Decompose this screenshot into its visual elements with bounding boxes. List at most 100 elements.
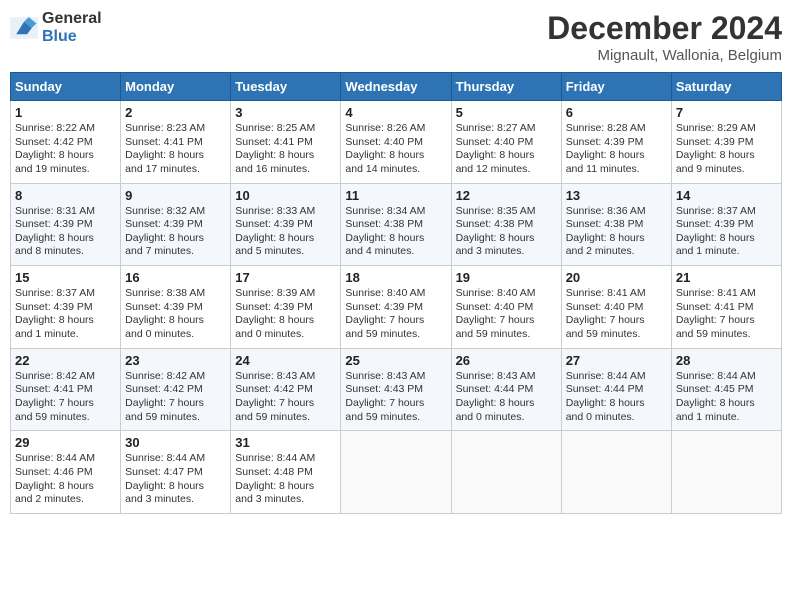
calendar-cell: 17Sunrise: 8:39 AMSunset: 4:39 PMDayligh… [231,266,341,349]
day-info-line: and 59 minutes. [235,411,336,425]
day-info-line: and 14 minutes. [345,163,446,177]
day-info-line: Sunset: 4:40 PM [345,136,446,150]
calendar-cell [671,431,781,514]
calendar-cell: 29Sunrise: 8:44 AMSunset: 4:46 PMDayligh… [11,431,121,514]
calendar-cell: 14Sunrise: 8:37 AMSunset: 4:39 PMDayligh… [671,183,781,266]
day-info-line: Daylight: 7 hours [235,397,336,411]
day-info-line: and 5 minutes. [235,245,336,259]
calendar-cell [451,431,561,514]
day-number: 6 [566,105,667,120]
day-info-line: and 11 minutes. [566,163,667,177]
day-info-line: Daylight: 8 hours [345,232,446,246]
day-info-line: Sunset: 4:39 PM [676,136,777,150]
day-info-line: and 17 minutes. [125,163,226,177]
day-info-line: Sunset: 4:40 PM [566,301,667,315]
day-info-line: Sunset: 4:41 PM [125,136,226,150]
day-info-line: Daylight: 7 hours [456,314,557,328]
day-info-line: Daylight: 8 hours [15,314,116,328]
day-info-line: and 0 minutes. [456,411,557,425]
day-number: 18 [345,270,446,285]
calendar-cell: 2Sunrise: 8:23 AMSunset: 4:41 PMDaylight… [121,101,231,184]
day-number: 15 [15,270,116,285]
day-info-line: Sunset: 4:39 PM [125,301,226,315]
week-row-1: 1Sunrise: 8:22 AMSunset: 4:42 PMDaylight… [11,101,782,184]
calendar-cell: 8Sunrise: 8:31 AMSunset: 4:39 PMDaylight… [11,183,121,266]
day-info-line: Sunset: 4:38 PM [456,218,557,232]
day-info-line: and 59 minutes. [345,411,446,425]
calendar-cell [561,431,671,514]
logo-icon [10,17,38,39]
day-number: 23 [125,353,226,368]
day-info-line: and 8 minutes. [15,245,116,259]
day-info-line: Daylight: 8 hours [456,149,557,163]
day-number: 7 [676,105,777,120]
day-info-line: Sunset: 4:46 PM [15,466,116,480]
day-info-line: Daylight: 7 hours [125,397,226,411]
day-info-line: Sunrise: 8:42 AM [15,370,116,384]
day-info-line: Sunset: 4:40 PM [456,136,557,150]
day-info-line: Daylight: 8 hours [456,232,557,246]
day-info-line: and 2 minutes. [15,493,116,507]
calendar-cell: 31Sunrise: 8:44 AMSunset: 4:48 PMDayligh… [231,431,341,514]
day-info-line: and 59 minutes. [345,328,446,342]
day-info-line: Sunrise: 8:22 AM [15,122,116,136]
title-area: December 2024 Mignault, Wallonia, Belgiu… [547,10,782,64]
day-info-line: Daylight: 8 hours [125,480,226,494]
day-number: 4 [345,105,446,120]
calendar-cell: 27Sunrise: 8:44 AMSunset: 4:44 PMDayligh… [561,348,671,431]
day-info-line: Sunrise: 8:23 AM [125,122,226,136]
day-number: 27 [566,353,667,368]
day-number: 2 [125,105,226,120]
header-cell-sunday: Sunday [11,73,121,101]
calendar-cell: 12Sunrise: 8:35 AMSunset: 4:38 PMDayligh… [451,183,561,266]
day-info-line: Sunrise: 8:44 AM [235,452,336,466]
day-info-line: and 9 minutes. [676,163,777,177]
day-info-line: Daylight: 8 hours [235,314,336,328]
day-info-line: and 3 minutes. [235,493,336,507]
calendar-cell: 11Sunrise: 8:34 AMSunset: 4:38 PMDayligh… [341,183,451,266]
day-info-line: Sunrise: 8:36 AM [566,205,667,219]
calendar-cell: 13Sunrise: 8:36 AMSunset: 4:38 PMDayligh… [561,183,671,266]
day-info-line: Daylight: 7 hours [345,314,446,328]
day-number: 14 [676,188,777,203]
header-cell-tuesday: Tuesday [231,73,341,101]
day-number: 20 [566,270,667,285]
day-info-line: Sunrise: 8:44 AM [566,370,667,384]
day-info-line: Sunrise: 8:33 AM [235,205,336,219]
day-number: 11 [345,188,446,203]
calendar-cell: 23Sunrise: 8:42 AMSunset: 4:42 PMDayligh… [121,348,231,431]
day-info-line: Sunset: 4:44 PM [566,383,667,397]
day-number: 28 [676,353,777,368]
day-info-line: Sunrise: 8:44 AM [125,452,226,466]
day-info-line: and 12 minutes. [456,163,557,177]
day-info-line: and 1 minute. [676,411,777,425]
day-info-line: Sunrise: 8:28 AM [566,122,667,136]
day-info-line: Daylight: 7 hours [345,397,446,411]
calendar-table: SundayMondayTuesdayWednesdayThursdayFrid… [10,72,782,514]
day-info-line: Sunrise: 8:35 AM [456,205,557,219]
day-info-line: Sunset: 4:39 PM [125,218,226,232]
day-info-line: Daylight: 8 hours [235,232,336,246]
day-info-line: Daylight: 8 hours [456,397,557,411]
day-info-line: Sunrise: 8:44 AM [676,370,777,384]
day-info-line: Sunrise: 8:38 AM [125,287,226,301]
day-info-line: and 7 minutes. [125,245,226,259]
day-number: 29 [15,435,116,450]
week-row-3: 15Sunrise: 8:37 AMSunset: 4:39 PMDayligh… [11,266,782,349]
day-info-line: Sunset: 4:38 PM [566,218,667,232]
week-row-4: 22Sunrise: 8:42 AMSunset: 4:41 PMDayligh… [11,348,782,431]
main-title: December 2024 [547,10,782,47]
day-info-line: Daylight: 8 hours [125,232,226,246]
calendar-cell: 16Sunrise: 8:38 AMSunset: 4:39 PMDayligh… [121,266,231,349]
subtitle: Mignault, Wallonia, Belgium [547,47,782,64]
day-info-line: Sunset: 4:39 PM [15,301,116,315]
calendar-body: 1Sunrise: 8:22 AMSunset: 4:42 PMDaylight… [11,101,782,514]
day-info-line: Sunset: 4:39 PM [676,218,777,232]
day-info-line: Sunset: 4:45 PM [676,383,777,397]
day-number: 1 [15,105,116,120]
day-info-line: Sunrise: 8:43 AM [456,370,557,384]
header-cell-friday: Friday [561,73,671,101]
day-number: 9 [125,188,226,203]
calendar-cell [341,431,451,514]
day-info-line: Daylight: 8 hours [566,232,667,246]
